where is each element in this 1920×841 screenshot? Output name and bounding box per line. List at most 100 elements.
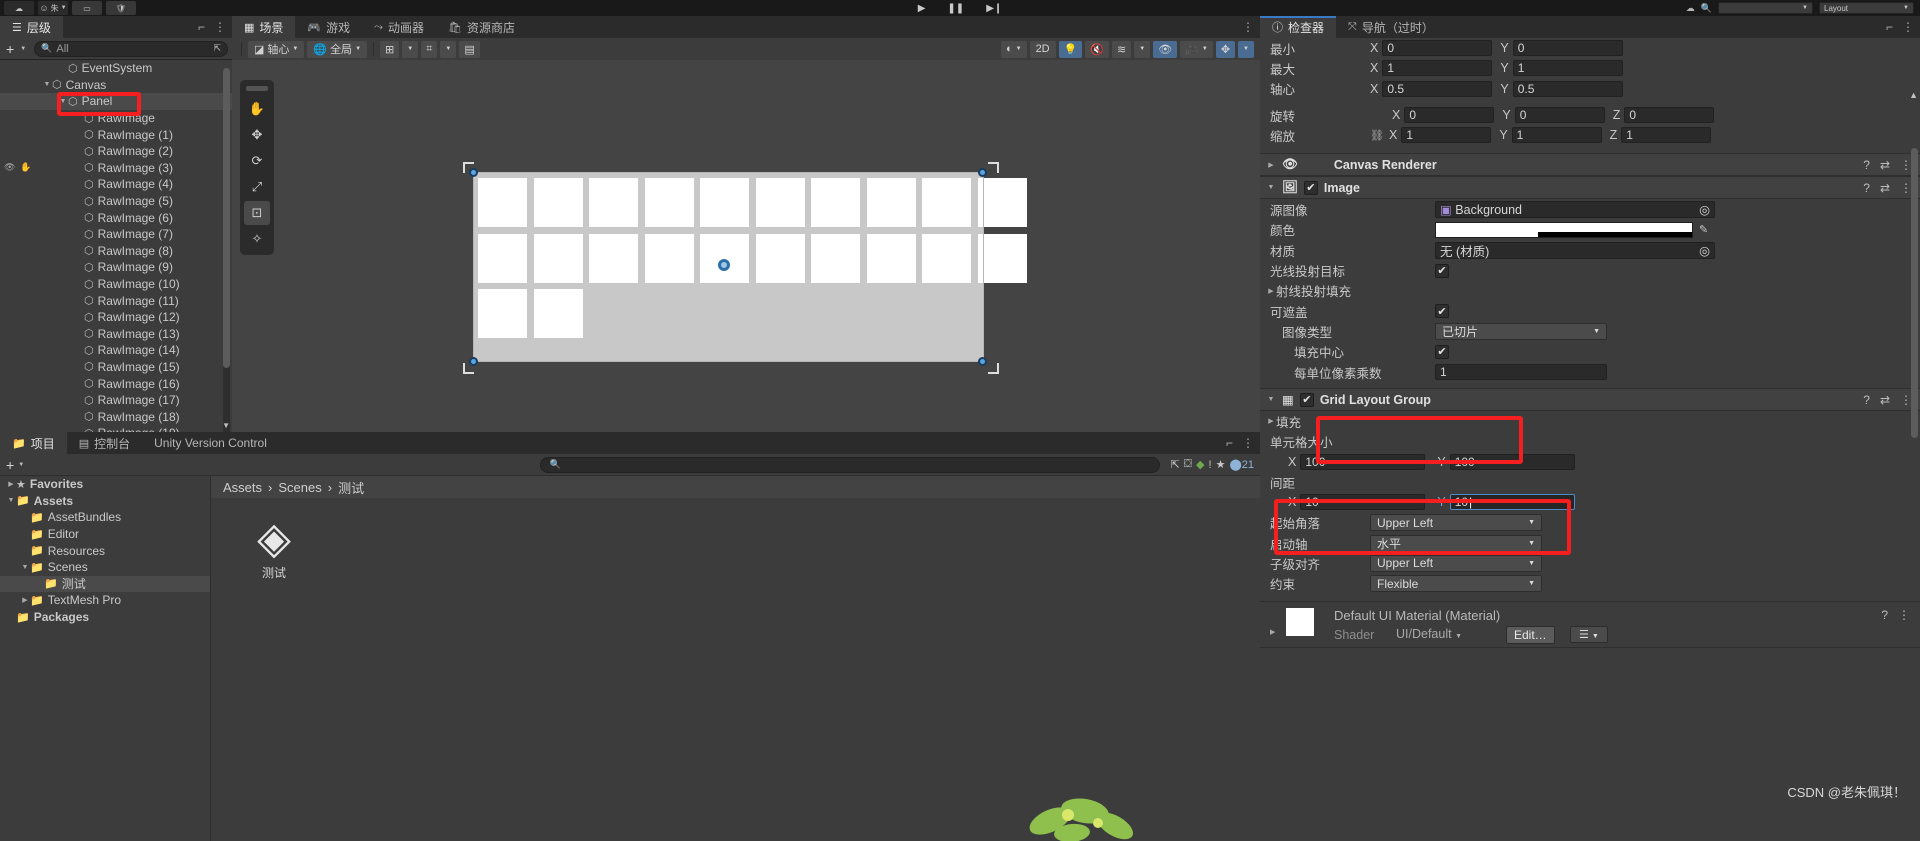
fill-center-checkbox[interactable]: ✔	[1435, 344, 1449, 359]
color-swatch[interactable]	[1435, 221, 1693, 238]
rect-max-y-input[interactable]: 1	[1512, 60, 1623, 77]
grid-cell[interactable]	[644, 178, 694, 227]
chevron-down-icon[interactable]: ▼	[42, 81, 52, 88]
layout-dropdown[interactable]: Layout ▼	[1819, 2, 1914, 14]
raycast-padding-row[interactable]: ▶ 射线投射填充	[1260, 281, 1920, 301]
hierarchy-item-rawimage-4[interactable]: ⬡ RawImage (4)	[0, 176, 232, 193]
tab-项目[interactable]: 📁 项目	[0, 432, 67, 454]
kebab-icon[interactable]: ⋮	[1898, 608, 1910, 622]
chevron-right-icon[interactable]: ▶	[1270, 628, 1275, 636]
gizmo-dropdown[interactable]: ▼	[1238, 40, 1254, 58]
rect-pivot-y-input[interactable]: 0.5	[1512, 80, 1623, 97]
eyedropper-icon[interactable]: ✎	[1699, 223, 1708, 236]
project-search-input[interactable]: 🔍	[540, 456, 1161, 473]
grid-cell[interactable]	[811, 178, 860, 227]
account-dropdown[interactable]: ▼	[1718, 2, 1813, 14]
breadcrumb-item[interactable]: Scenes	[278, 480, 321, 495]
move-tool[interactable]: ✥	[244, 123, 270, 147]
hierarchy-item-rawimage-17[interactable]: ⬡ RawImage (17)	[0, 392, 232, 409]
scene-viewport[interactable]: ✋ ✥ ⟳ ⤢ ⊡ ✧	[232, 60, 1260, 432]
grid-cell[interactable]	[700, 233, 749, 283]
view-2d-toggle[interactable]: 2D	[1029, 40, 1056, 58]
transform-tool[interactable]: ✧	[244, 227, 270, 251]
effects-dropdown[interactable]: ▼	[1134, 40, 1151, 58]
image-component-header[interactable]: ▼ 🖼 ✔ Image ? ⇄ ⋮	[1260, 176, 1920, 200]
scale-x-input[interactable]: 1	[1401, 127, 1492, 144]
chevron-right-icon[interactable]: ▶	[1266, 417, 1276, 425]
grid-layout-header[interactable]: ▼ ▦ ✔ Grid Layout Group ? ⇄ ⋮	[1260, 388, 1920, 412]
start-corner-dropdown[interactable]: Upper Left ▼	[1370, 514, 1542, 532]
breadcrumb-item[interactable]: Assets	[223, 480, 262, 495]
chevron-down-icon[interactable]: ▼	[1266, 184, 1276, 191]
rect-tool[interactable]: ⊡	[244, 201, 270, 225]
grid-cell[interactable]	[755, 233, 805, 283]
grid-cell[interactable]	[977, 178, 1027, 227]
ruler-icon[interactable]: ▤	[459, 40, 480, 58]
rotation-x-input[interactable]: 0	[1404, 107, 1495, 124]
grid-cell[interactable]	[589, 233, 638, 283]
chevron-icon[interactable]: ▼	[6, 497, 16, 504]
chevron-right-icon[interactable]: ▶	[1266, 161, 1276, 169]
project-tree-item-favorites[interactable]: ▶ ★ Favorites	[0, 476, 210, 493]
shader-value[interactable]: UI/Default ▼	[1396, 627, 1462, 641]
chevron-icon[interactable]: ▶	[20, 596, 30, 604]
project-folder-tree[interactable]: ▶ ★ Favorites ▼ 📁 Assets 📁 AssetBundles 📁 Editor 📁…	[0, 476, 211, 841]
hierarchy-search-input[interactable]: 🔍 All ⇱	[34, 40, 228, 57]
search-icon[interactable]: 🔍	[1701, 3, 1712, 14]
hierarchy-item-rawimage[interactable]: ⬡ RawImage	[0, 110, 232, 127]
image-type-dropdown[interactable]: 已切片 ▼	[1435, 322, 1607, 340]
start-axis-dropdown[interactable]: 水平 ▼	[1370, 534, 1542, 552]
help-icon[interactable]: ?	[1863, 393, 1870, 407]
chevron-down-icon[interactable]: ▼	[58, 98, 68, 105]
help-icon[interactable]: ?	[1863, 181, 1870, 195]
scale-tool[interactable]: ⤢	[244, 175, 270, 199]
filter-icon[interactable]: ⛋	[1184, 458, 1192, 471]
audio-mute-icon[interactable]: 🔇	[1085, 40, 1110, 58]
rotate-tool[interactable]: ⟳	[244, 149, 270, 173]
maskable-checkbox[interactable]: ✔	[1435, 304, 1449, 319]
rect-handle-br[interactable]	[978, 357, 987, 366]
hierarchy-item-canvas[interactable]: ▼ ⬡ Canvas	[0, 77, 232, 94]
breadcrumb[interactable]: Assets › Scenes › 测试	[211, 476, 1260, 498]
tab-动画器[interactable]: ⤳ 动画器	[362, 16, 436, 38]
pickability-hand-icon[interactable]: ✋	[20, 162, 31, 173]
hierarchy-item-rawimage-19[interactable]: ⬡RawImage (19)	[0, 425, 232, 432]
hierarchy-item-rawimage-7[interactable]: ⬡ RawImage (7)	[0, 226, 232, 243]
grid-cell[interactable]	[533, 289, 583, 338]
grid-cell[interactable]	[700, 178, 749, 227]
grid-snap-icon[interactable]: ⊞	[380, 40, 400, 58]
hierarchy-item-rawimage-12[interactable]: ⬡ RawImage (12)	[0, 309, 232, 326]
hierarchy-item-rawimage-18[interactable]: ⬡ RawImage (18)	[0, 408, 232, 425]
cloud-icon[interactable]: ☁	[4, 1, 34, 15]
expand-search-icon[interactable]: ⇱	[213, 43, 221, 54]
rotation-z-input[interactable]: 0	[1624, 107, 1715, 124]
grid-cell[interactable]	[533, 178, 583, 227]
kebab-icon[interactable]: ⋮	[1242, 20, 1254, 34]
preset-icon[interactable]: ⇄	[1880, 181, 1890, 195]
spacing-y-input[interactable]: 10 |	[1449, 494, 1575, 511]
project-tree-item-resources[interactable]: 📁 Resources	[0, 542, 210, 559]
link-off-icon[interactable]: ⛓	[1370, 129, 1384, 142]
inspector-scrollbar[interactable]	[1911, 148, 1918, 438]
gizmo-icon[interactable]: ✥	[1215, 40, 1236, 58]
tab-hierarchy[interactable]: ☰ 层级	[0, 16, 63, 38]
preset-icon[interactable]: ⇄	[1880, 158, 1890, 172]
grid-cell[interactable]	[755, 178, 805, 227]
grid-cell[interactable]	[922, 233, 971, 283]
scroll-up-icon[interactable]: ▲	[1909, 90, 1918, 100]
hierarchy-item-eventsystem[interactable]: ⬡ EventSystem	[0, 60, 232, 77]
project-tree-item-assets[interactable]: ▼ 📁 Assets	[0, 493, 210, 510]
space-toggle[interactable]: 🌐 全局 ▼	[307, 40, 368, 58]
shield-icon[interactable]: 🛡	[106, 1, 136, 15]
canvas-renderer-header[interactable]: ▶ 👁 Canvas Renderer ? ⇄ ⋮	[1260, 153, 1920, 177]
shader-options-dropdown[interactable]: ☰ ▼	[1570, 625, 1608, 643]
spacing-x-input[interactable]: 10	[1300, 494, 1426, 511]
hierarchy-item-rawimage-14[interactable]: ⬡ RawImage (14)	[0, 342, 232, 359]
cell-size-x-input[interactable]: 100	[1300, 453, 1426, 470]
hierarchy-item-rawimage-16[interactable]: ⬡ RawImage (16)	[0, 375, 232, 392]
kebab-icon[interactable]: ⋮	[1242, 436, 1254, 450]
child-alignment-dropdown[interactable]: Upper Left ▼	[1370, 554, 1542, 572]
hierarchy-item-rawimage-5[interactable]: ⬡ RawImage (5)	[0, 193, 232, 210]
hierarchy-item-rawimage-15[interactable]: ⬡ RawImage (15)	[0, 359, 232, 376]
project-tree-item-textmesh-pro[interactable]: ▶ 📁 TextMesh Pro	[0, 592, 210, 609]
